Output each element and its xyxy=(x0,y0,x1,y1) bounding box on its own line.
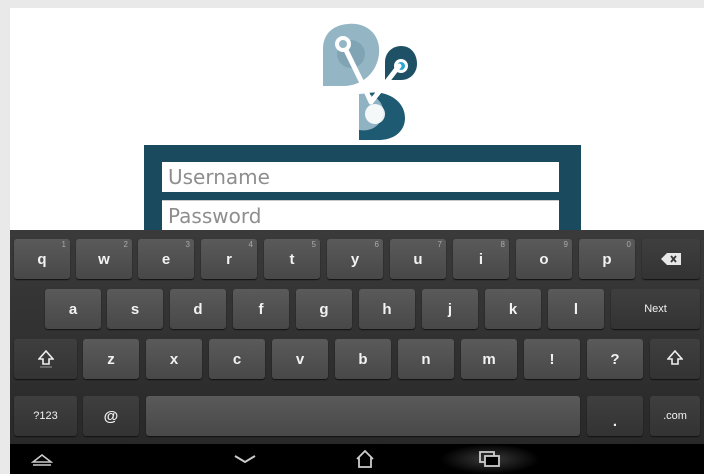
key-label: h xyxy=(382,300,392,318)
back-chevron-icon xyxy=(234,455,256,464)
key-label: s xyxy=(130,300,140,318)
key-a[interactable]: a xyxy=(45,289,101,329)
key-hint: 3 xyxy=(185,240,190,249)
key-hint: 4 xyxy=(248,240,253,249)
back-button[interactable] xyxy=(225,444,265,474)
key-u[interactable]: u 7 xyxy=(390,239,446,279)
shift-icon xyxy=(667,350,683,365)
key-label: f xyxy=(258,300,264,318)
key-m[interactable]: m xyxy=(461,339,517,379)
key-x[interactable]: x xyxy=(146,339,202,379)
key-label: c xyxy=(232,350,242,368)
symbols-key[interactable]: ?123 xyxy=(14,396,77,436)
key-label: k xyxy=(508,300,518,318)
home-button[interactable] xyxy=(345,444,385,474)
key-label: o xyxy=(539,250,549,268)
key-q[interactable]: q 1 xyxy=(14,239,70,279)
key-v[interactable]: v xyxy=(272,339,328,379)
key-hint: 6 xyxy=(374,240,379,249)
key-y[interactable]: y 6 xyxy=(327,239,383,279)
key-label: p xyxy=(602,250,612,268)
key-k[interactable]: k xyxy=(485,289,541,329)
key-label: v xyxy=(295,350,305,368)
key-label: m xyxy=(482,350,496,368)
key-o[interactable]: o 9 xyxy=(516,239,572,279)
recent-apps-icon xyxy=(479,451,500,467)
key-label: y xyxy=(350,250,360,268)
dotcom-key[interactable]: .com xyxy=(650,396,700,436)
key-label: q xyxy=(37,250,47,268)
backspace-icon xyxy=(661,253,681,265)
key-label: a xyxy=(68,300,78,318)
key-label: r xyxy=(226,250,232,268)
key-label: i xyxy=(478,250,484,268)
key-label: x xyxy=(169,350,179,368)
key-c[interactable]: c xyxy=(209,339,265,379)
system-navbar xyxy=(10,444,704,474)
next-label: Next xyxy=(644,303,667,315)
key-d[interactable]: d xyxy=(170,289,226,329)
keyboard-hide-button[interactable] xyxy=(22,444,62,474)
key-label: b xyxy=(358,350,368,368)
key-label: t xyxy=(289,250,295,268)
key-label: u xyxy=(413,250,423,268)
key-label: j xyxy=(447,300,453,318)
key-l[interactable]: l xyxy=(548,289,604,329)
next-key[interactable]: Next xyxy=(611,289,700,329)
recent-apps-button[interactable] xyxy=(470,444,510,474)
shift-icon xyxy=(37,350,54,368)
key-g[interactable]: g xyxy=(296,289,352,329)
key-label: g xyxy=(319,300,329,318)
period-label: . xyxy=(612,413,618,430)
key-hint: 7 xyxy=(437,240,442,249)
key-e[interactable]: e 3 xyxy=(138,239,194,279)
key-label: ! xyxy=(549,350,555,368)
key-hint: 0 xyxy=(626,240,631,249)
key-hint: 2 xyxy=(123,240,128,249)
username-field[interactable]: Username xyxy=(162,162,559,192)
backspace-key[interactable] xyxy=(642,239,700,279)
key-b[interactable]: b xyxy=(335,339,391,379)
key-question[interactable]: ? xyxy=(587,339,643,379)
dotcom-label: .com xyxy=(663,410,687,422)
key-s[interactable]: s xyxy=(107,289,163,329)
key-label: e xyxy=(161,250,171,268)
app-screen: Username Password q 1 w 2 e 3 r 4 t 5 y … xyxy=(10,8,704,474)
password-field[interactable]: Password xyxy=(162,200,559,230)
key-h[interactable]: h xyxy=(359,289,415,329)
symbols-label: ?123 xyxy=(33,410,58,422)
key-p[interactable]: p 0 xyxy=(579,239,635,279)
key-t[interactable]: t 5 xyxy=(264,239,320,279)
key-exclamation[interactable]: ! xyxy=(524,339,580,379)
key-j[interactable]: j xyxy=(422,289,478,329)
key-n[interactable]: n xyxy=(398,339,454,379)
key-hint: 8 xyxy=(500,240,505,249)
keyboard-hide-icon xyxy=(31,453,53,466)
shift-key-left[interactable] xyxy=(14,339,77,379)
key-w[interactable]: w 2 xyxy=(76,239,132,279)
key-r[interactable]: r 4 xyxy=(201,239,257,279)
key-label: d xyxy=(193,300,203,318)
key-label: z xyxy=(107,350,115,368)
home-icon xyxy=(356,449,374,468)
app-logo xyxy=(323,23,417,140)
key-at[interactable]: @ xyxy=(83,396,139,436)
space-bar[interactable] xyxy=(146,396,580,436)
at-label: @ xyxy=(103,407,119,425)
key-label: ? xyxy=(610,350,620,368)
key-hint: 5 xyxy=(311,240,316,249)
key-z[interactable]: z xyxy=(83,339,139,379)
key-i[interactable]: i 8 xyxy=(453,239,509,279)
shift-key-right[interactable] xyxy=(650,339,700,379)
key-label: l xyxy=(573,300,579,318)
key-hint: 9 xyxy=(563,240,568,249)
key-label: w xyxy=(98,250,110,268)
key-f[interactable]: f xyxy=(233,289,289,329)
soft-keyboard: q 1 w 2 e 3 r 4 t 5 y 6 u 7 i 8 o 9 p 0 … xyxy=(10,230,704,474)
key-hint: 1 xyxy=(61,240,66,249)
key-label: n xyxy=(421,350,431,368)
key-period[interactable]: . xyxy=(587,396,643,436)
